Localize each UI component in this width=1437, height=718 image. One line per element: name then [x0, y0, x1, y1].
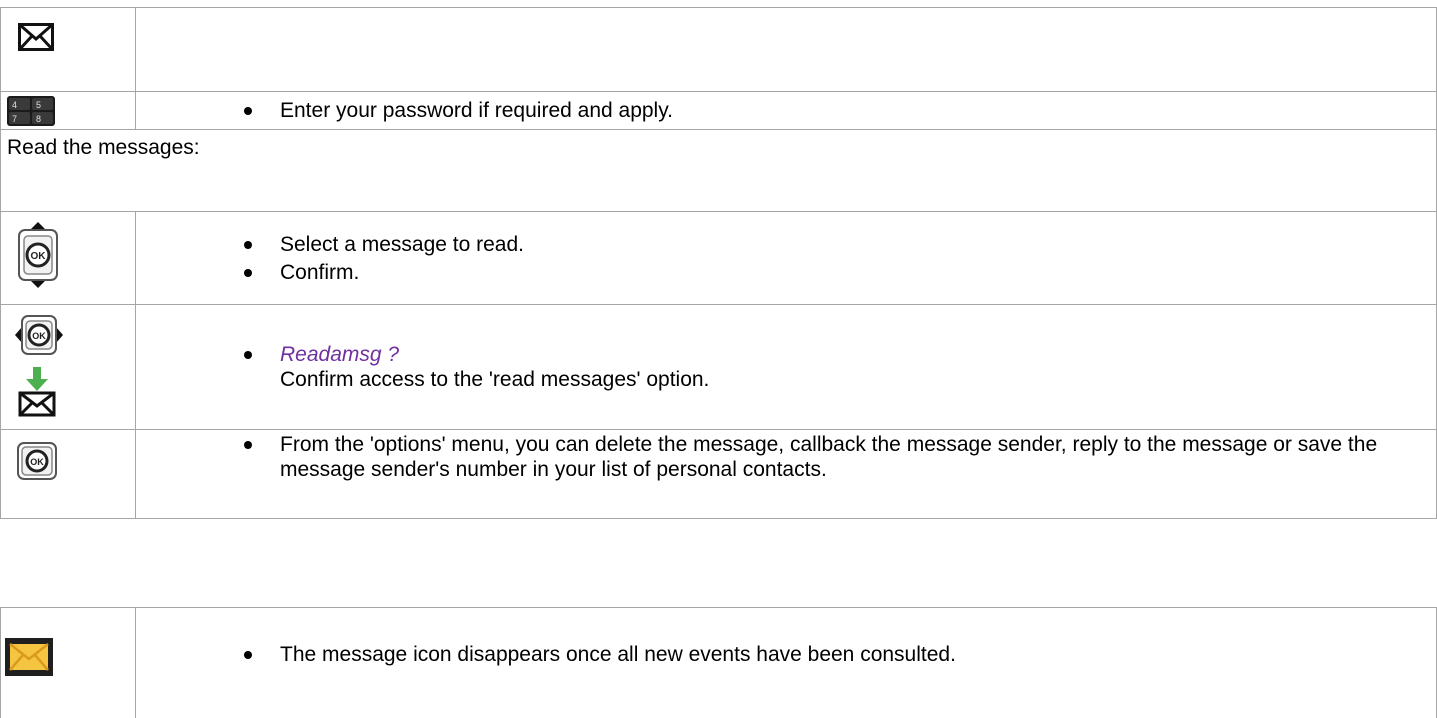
row-select: OK Select a message to read. Confirm. — [0, 211, 1437, 305]
ok-label: OK — [32, 331, 46, 341]
bullet-item: From the 'options' menu, you can delete … — [244, 432, 1416, 482]
section-heading: Read the messages: — [7, 136, 200, 159]
bullet-item: Confirm. — [244, 260, 1416, 285]
icon-cell: OK — [0, 211, 136, 305]
bullet-item: Enter your password if required and appl… — [244, 98, 1416, 123]
icon-cell — [0, 607, 136, 718]
row-note: The message icon disappears once all new… — [0, 607, 1437, 718]
row-heading: Read the messages: — [0, 129, 1437, 212]
menu-label: Readamsg ? — [280, 343, 400, 366]
menu-description: Confirm access to the 'read messages' op… — [280, 368, 710, 391]
bullet-item: Readamsg ? Confirm access to the 'read m… — [244, 342, 1416, 392]
navigator-left-right-ok-icon: OK — [15, 315, 63, 355]
keypad-digit: 4 — [12, 100, 17, 110]
icon-cell: 4 5 7 8 — [0, 91, 136, 130]
navigator-up-down-ok-icon: OK — [17, 222, 59, 288]
keypad-digit: 5 — [36, 100, 41, 110]
text-cell: Select a message to read. Confirm. — [135, 211, 1437, 305]
text-cell: The message icon disappears once all new… — [135, 607, 1437, 718]
bullet-item: The message icon disappears once all new… — [244, 642, 1416, 667]
keypad-icon: 4 5 7 8 — [7, 96, 55, 126]
yellow-envelope-icon — [5, 638, 53, 676]
bullet-item: Select a message to read. — [244, 232, 1416, 257]
note-table: The message icon disappears once all new… — [0, 607, 1437, 718]
empty-cell — [135, 7, 1437, 92]
section-heading-cell: Read the messages: — [0, 129, 1437, 212]
text-cell: Readamsg ? Confirm access to the 'read m… — [135, 304, 1437, 430]
ok-label: OK — [31, 251, 47, 262]
row-readamsg: OK Readamsg ? Confirm access to the 'rea… — [0, 304, 1437, 430]
row-password: 4 5 7 8 Enter your password if required … — [0, 91, 1437, 130]
envelope-download-icon — [18, 367, 56, 417]
row-envelope — [0, 7, 1437, 92]
row-options: OK From the 'options' menu, you can dele… — [0, 429, 1437, 519]
instructions-table: 4 5 7 8 Enter your password if required … — [0, 7, 1437, 519]
keypad-digit: 8 — [36, 114, 41, 124]
icon-cell: OK — [0, 304, 136, 430]
icon-cell: OK — [0, 429, 136, 519]
icon-cell — [0, 7, 136, 92]
text-cell: Enter your password if required and appl… — [135, 91, 1437, 130]
ok-label: OK — [30, 457, 44, 467]
ok-button-icon: OK — [17, 442, 57, 480]
envelope-icon — [18, 23, 54, 51]
text-cell: From the 'options' menu, you can delete … — [135, 429, 1437, 519]
keypad-digit: 7 — [12, 114, 17, 124]
